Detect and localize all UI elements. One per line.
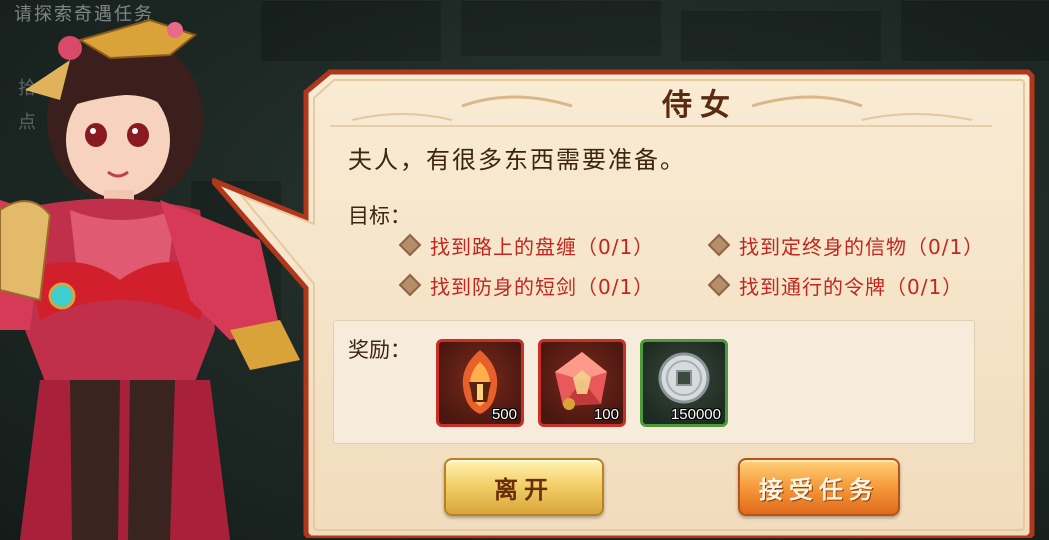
diamond-bullet-icon	[398, 273, 422, 297]
objective-item: 找到定终身的信物（0/1）	[707, 231, 985, 260]
objective-text: 找到定终身的信物（0/1）	[739, 235, 985, 259]
background-tile	[900, 0, 1049, 62]
objective-text: 找到路上的盘缠（0/1）	[430, 235, 655, 259]
reward-item-silver-coin[interactable]: 150000	[640, 339, 728, 427]
accept-quest-button[interactable]: 接受任务	[738, 458, 900, 516]
dialog-text: 夫人，有很多东西需要准备。	[348, 146, 686, 174]
reward-item-red-gem[interactable]: 100	[538, 339, 626, 427]
reward-quantity: 100	[593, 406, 619, 423]
leave-button[interactable]: 离开	[444, 458, 604, 516]
objective-text: 找到防身的短剑（0/1）	[430, 275, 655, 299]
dialog-panel	[212, 69, 1035, 538]
reward-quantity: 500	[491, 406, 517, 423]
reward-quantity: 150000	[670, 406, 721, 423]
background-tile	[680, 10, 882, 62]
objective-item: 找到通行的令牌（0/1）	[707, 271, 964, 300]
objective-item: 找到路上的盘缠（0/1）	[398, 231, 655, 260]
diamond-bullet-icon	[707, 233, 731, 257]
npc-name-title: 侍女	[662, 88, 738, 123]
reward-label: 奖励：	[348, 338, 411, 362]
objective-item: 找到防身的短剑（0/1）	[398, 271, 655, 300]
diamond-bullet-icon	[707, 273, 731, 297]
goal-label: 目标：	[348, 204, 411, 228]
background-tile	[460, 0, 662, 57]
diamond-bullet-icon	[398, 233, 422, 257]
objective-text: 找到通行的令牌（0/1）	[739, 275, 964, 299]
reward-item-fire-helmet[interactable]: 500	[436, 339, 524, 427]
